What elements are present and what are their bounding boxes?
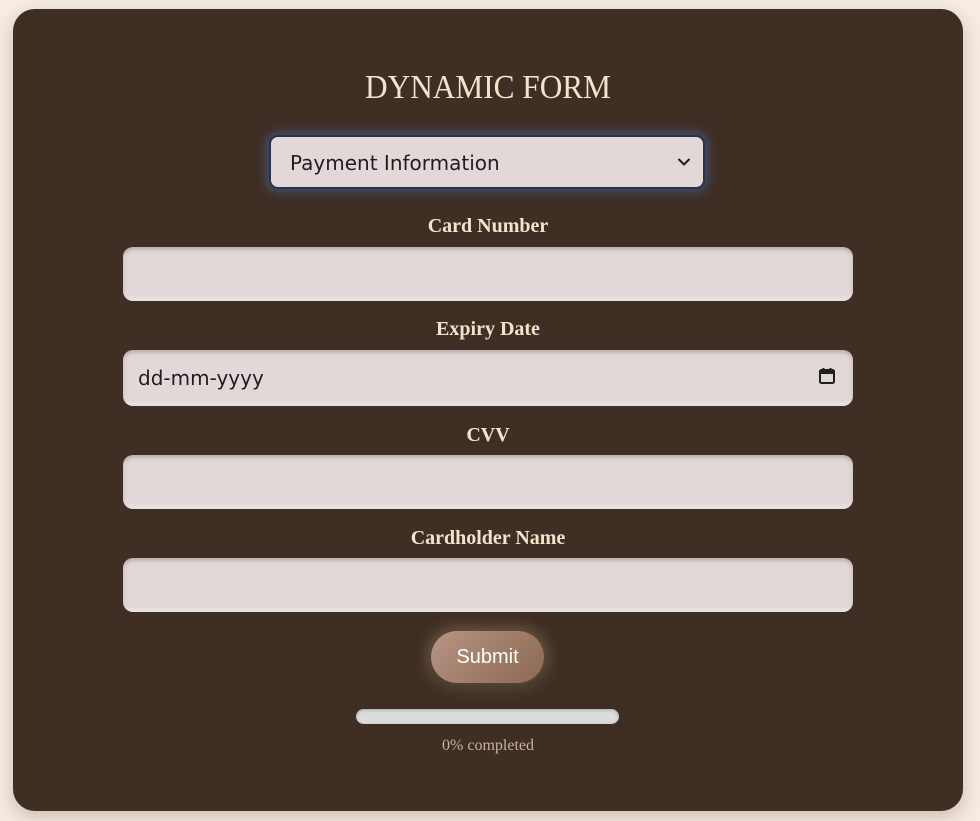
cvv-label: CVV: [466, 424, 510, 446]
progress-text: 0% completed: [442, 737, 534, 754]
expiry-date-label: Expiry Date: [436, 318, 540, 340]
progress-bar: [356, 709, 619, 724]
calendar-icon[interactable]: [818, 367, 836, 385]
form-title: DYNAMIC FORM: [365, 69, 611, 106]
expiry-date-value: dd-mm-yyyy: [138, 366, 264, 390]
chevron-down-icon: [678, 158, 690, 166]
submit-button[interactable]: Submit: [431, 631, 544, 683]
card-number-label: Card Number: [427, 215, 549, 237]
section-select-value: Payment Information: [290, 151, 500, 175]
section-select[interactable]: Payment Information: [269, 135, 705, 189]
card-number-input[interactable]: [123, 247, 853, 301]
cardholder-name-label: Cardholder Name: [410, 527, 566, 549]
expiry-date-input[interactable]: dd-mm-yyyy: [123, 350, 853, 406]
cardholder-name-input[interactable]: [123, 558, 853, 612]
form-card: DYNAMIC FORM Payment Information Card Nu…: [13, 9, 963, 811]
cvv-input[interactable]: [123, 455, 853, 509]
